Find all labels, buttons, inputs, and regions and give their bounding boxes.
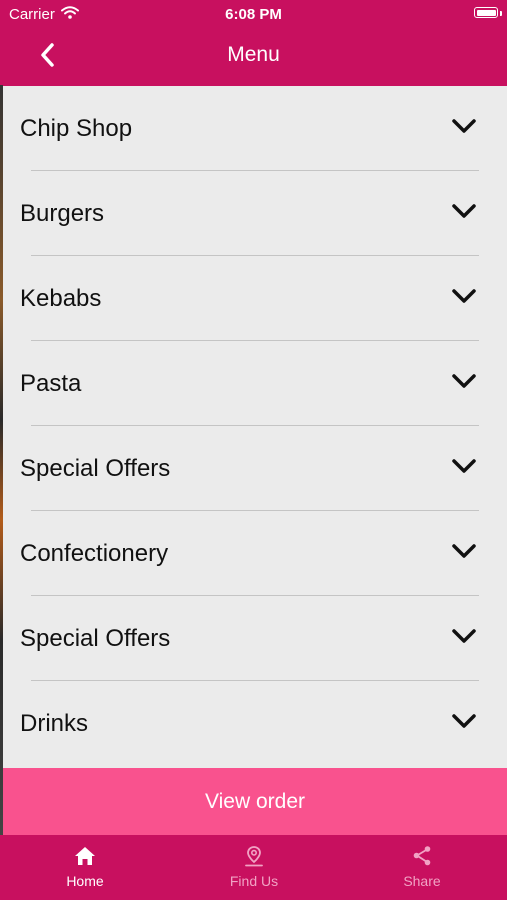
- menu-category-drinks[interactable]: Drinks: [3, 681, 507, 766]
- share-icon: [411, 845, 433, 867]
- battery-icon: [474, 7, 498, 18]
- chevron-down-icon: [452, 459, 476, 473]
- menu-category-label: Special Offers: [20, 455, 171, 482]
- chevron-down-icon: [452, 289, 476, 303]
- chevron-down-icon: [452, 544, 476, 558]
- battery-tip: [500, 11, 502, 16]
- location-pin-icon: [243, 845, 265, 867]
- tab-home[interactable]: Home: [25, 835, 145, 900]
- chevron-down-icon: [452, 714, 476, 728]
- tab-bar: Home Find Us Share: [0, 835, 507, 900]
- tab-label: Share: [403, 873, 441, 889]
- tab-share[interactable]: Share: [362, 835, 482, 900]
- home-icon: [74, 845, 96, 867]
- menu-category-label: Drinks: [20, 710, 89, 737]
- menu-category-special-offers-2[interactable]: Special Offers: [3, 596, 507, 681]
- menu-category-burgers[interactable]: Burgers: [3, 171, 507, 256]
- chevron-down-icon: [452, 629, 476, 643]
- menu-category-label: Kebabs: [20, 285, 102, 312]
- menu-category-label: Burgers: [20, 200, 105, 227]
- chevron-down-icon: [452, 119, 476, 133]
- menu-category-kebabs[interactable]: Kebabs: [3, 256, 507, 341]
- menu-category-label: Pasta: [20, 370, 82, 397]
- tab-label: Find Us: [229, 873, 279, 889]
- menu-category-label: Confectionery: [20, 540, 169, 567]
- view-order-label: View order: [205, 789, 305, 813]
- tab-label: Home: [66, 873, 104, 889]
- menu-category-confectionery[interactable]: Confectionery: [3, 511, 507, 596]
- status-bar: Carrier 6:08 PM: [0, 0, 507, 28]
- tab-find-us[interactable]: Find Us: [194, 835, 314, 900]
- chevron-down-icon: [452, 204, 476, 218]
- menu-category-list: Chip Shop Burgers Kebabs Pasta Special O…: [3, 86, 507, 768]
- menu-category-label: Special Offers: [20, 625, 171, 652]
- chevron-down-icon: [452, 374, 476, 388]
- view-order-button[interactable]: View order: [3, 768, 507, 835]
- menu-category-pasta[interactable]: Pasta: [3, 341, 507, 426]
- page-title: Menu: [227, 43, 280, 66]
- menu-category-chip-shop[interactable]: Chip Shop: [3, 86, 507, 171]
- menu-category-special-offers[interactable]: Special Offers: [3, 426, 507, 511]
- navigation-bar: Menu: [0, 28, 507, 86]
- status-time: 6:08 PM: [225, 6, 282, 23]
- menu-category-label: Chip Shop: [20, 115, 133, 142]
